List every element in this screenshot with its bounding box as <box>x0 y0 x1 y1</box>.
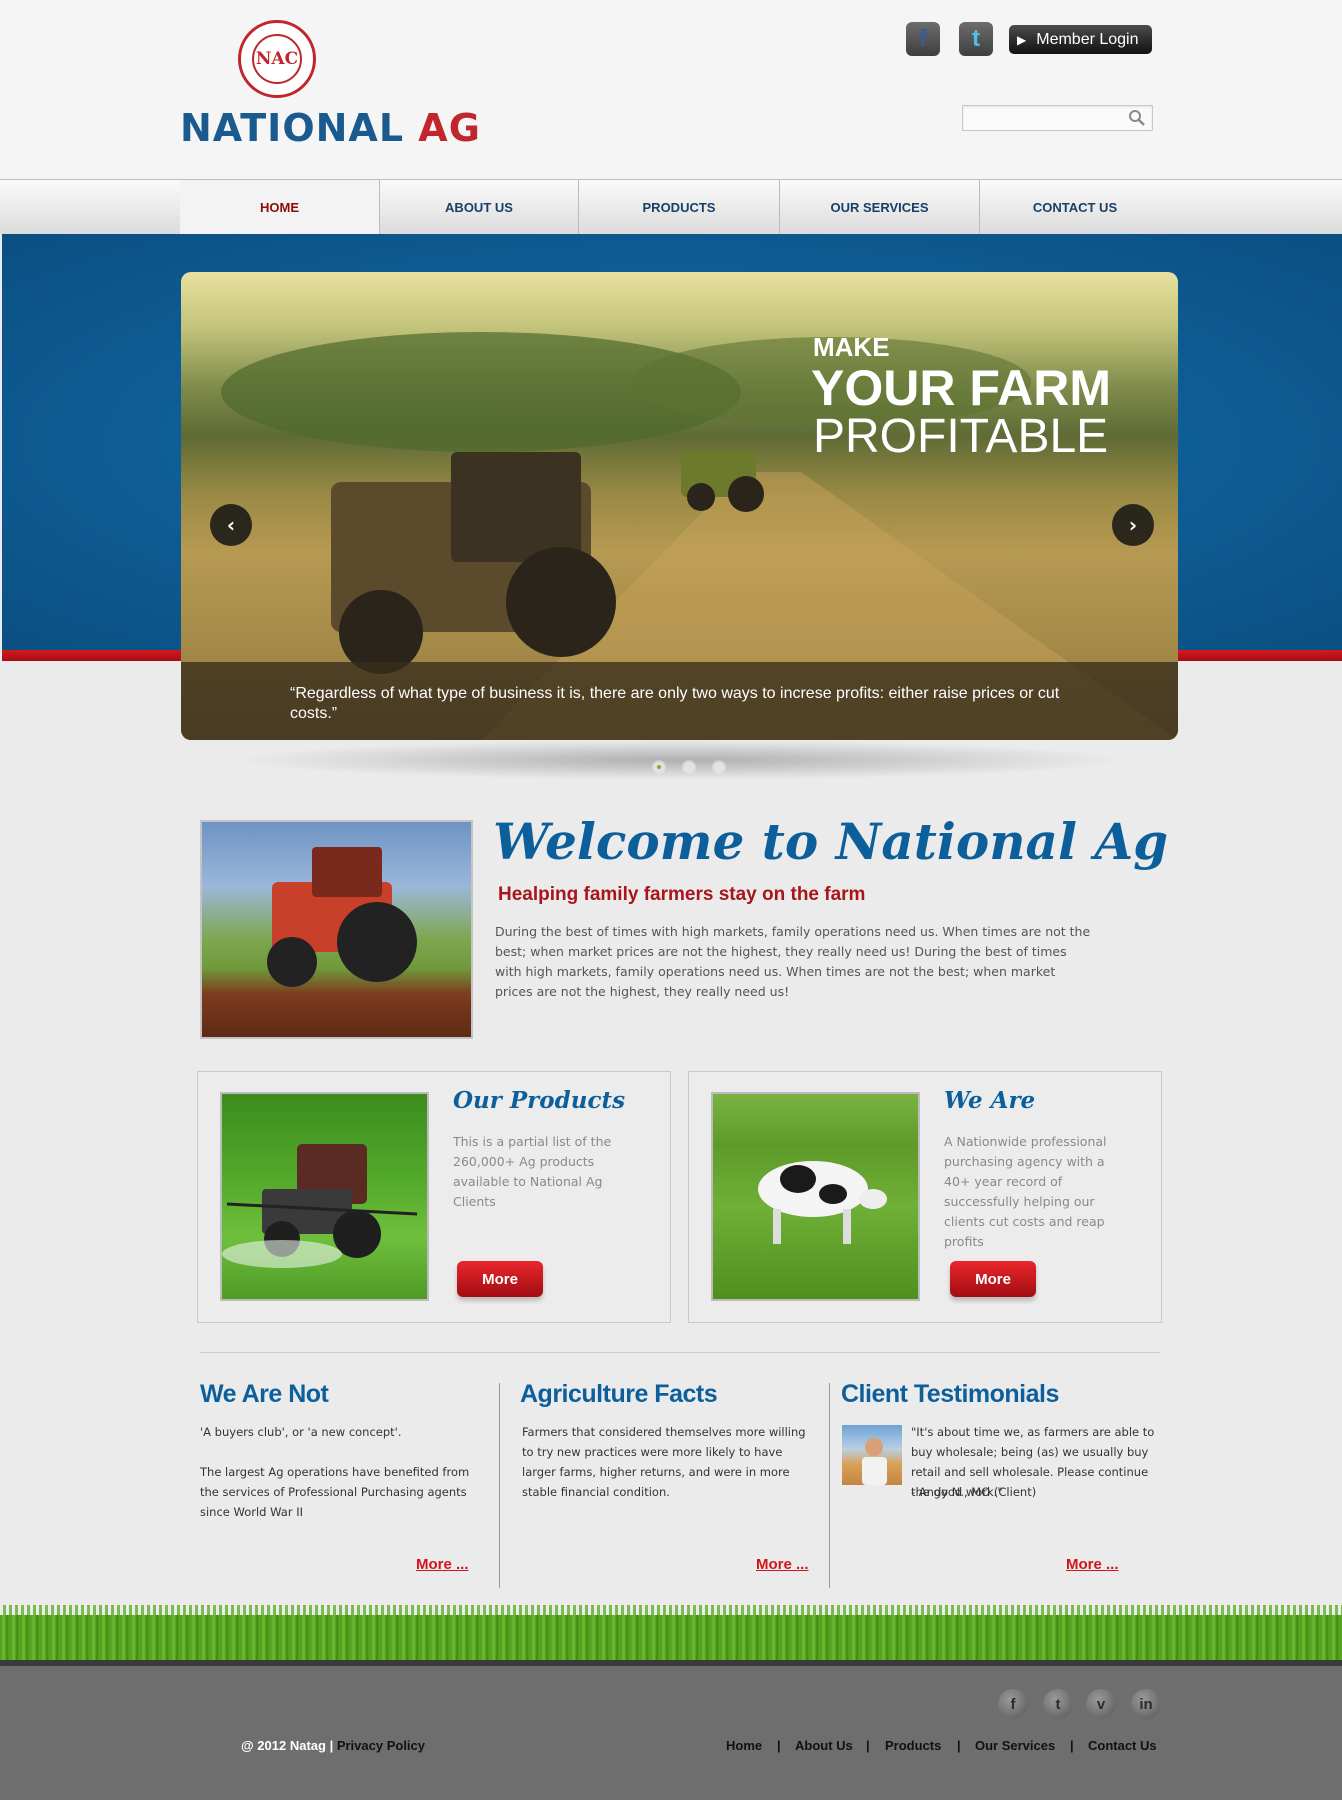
search-input[interactable] <box>963 106 1123 130</box>
copyright-text: @ 2012 Natag <box>241 1738 326 1753</box>
we-are-not-more-link[interactable]: More ... <box>416 1556 469 1573</box>
linkedin-icon[interactable]: in <box>1131 1689 1161 1719</box>
client-avatar-illustration <box>862 1438 887 1485</box>
nav-about-us[interactable]: ABOUT US <box>380 180 579 235</box>
logo-seal[interactable]: NAC <box>238 20 316 98</box>
header: NAC NATIONAL AG f t ▶ Member Login <box>0 0 1342 180</box>
slider-prev-arrow-icon[interactable]: ‹ <box>210 504 252 546</box>
we-are-text: A Nationwide professional purchasing age… <box>944 1134 1107 1249</box>
our-products-text: This is a partial list of the 260,000+ A… <box>453 1134 612 1209</box>
welcome-tractor-image <box>200 820 473 1039</box>
footer-separator: | <box>957 1738 961 1753</box>
nav-our-services[interactable]: OUR SERVICES <box>780 180 980 235</box>
cow-illustration <box>758 1161 887 1244</box>
footer-link-our-services[interactable]: Our Services <box>975 1738 1055 1753</box>
agriculture-facts-more-link[interactable]: More ... <box>756 1556 809 1573</box>
slider-dot-1[interactable] <box>652 760 666 774</box>
cow-image <box>711 1092 920 1301</box>
column-divider-1 <box>499 1383 500 1588</box>
logo-word-ag: AG <box>418 106 481 150</box>
vimeo-icon[interactable]: v <box>1086 1689 1116 1719</box>
slider-next-arrow-icon[interactable]: › <box>1112 504 1154 546</box>
slider-shadow <box>230 740 1130 780</box>
nav-home[interactable]: HOME <box>180 180 380 235</box>
logo-word-national: NATIONAL <box>180 106 419 150</box>
client-testimonials-more-link[interactable]: More ... <box>1066 1556 1119 1573</box>
grass-decoration <box>0 1615 1342 1665</box>
play-icon: ▶ <box>1017 32 1027 47</box>
footer-link-contact-us[interactable]: Contact Us <box>1088 1738 1157 1753</box>
slider-caption-quote: “Regardless of what type of business it … <box>290 685 1060 722</box>
privacy-policy-link[interactable]: Privacy Policy <box>337 1738 425 1753</box>
our-products-more-button[interactable]: More <box>457 1261 543 1297</box>
twitter-icon[interactable]: t <box>959 22 993 56</box>
footer-separator: | <box>1070 1738 1074 1753</box>
member-login-button[interactable]: ▶ Member Login <box>1009 25 1152 54</box>
we-are-box: We Are A Nationwide professional purchas… <box>688 1071 1162 1323</box>
agriculture-facts-title: Agriculture Facts <box>520 1380 718 1408</box>
footer-link-products[interactable]: Products <box>885 1738 941 1753</box>
sprayer-tractor-image <box>220 1092 429 1301</box>
our-products-title: Our Products <box>453 1087 626 1114</box>
section-divider <box>200 1352 1160 1353</box>
welcome-subtitle: Healping family farmers stay on the farm <box>498 884 866 905</box>
search-box <box>962 105 1153 131</box>
testimonial-author: - Andy N., MO (Client) <box>911 1485 1037 1499</box>
nav-contact-us[interactable]: CONTACT US <box>980 180 1170 235</box>
copyright: @ 2012 Natag | Privacy Policy <box>241 1738 425 1753</box>
client-testimonials-title: Client Testimonials <box>841 1380 1059 1408</box>
agriculture-facts-text: Farmers that considered themselves more … <box>522 1425 806 1499</box>
red-tractor-illustration <box>267 847 417 987</box>
column-divider-2 <box>829 1383 830 1588</box>
our-products-box: Our Products This is a partial list of t… <box>197 1071 671 1323</box>
footer-separator: | <box>777 1738 781 1753</box>
we-are-not-title: We Are Not <box>200 1380 329 1408</box>
sprayer-illustration <box>222 1144 418 1268</box>
we-are-not-p2: The largest Ag operations have benefited… <box>200 1465 470 1519</box>
footer-link-about-us[interactable]: About Us <box>795 1738 853 1753</box>
we-are-not-p1: 'A buyers club', or 'a new concept'. <box>200 1425 402 1439</box>
nav-products[interactable]: PRODUCTS <box>579 180 780 235</box>
logo-wordmark[interactable]: NATIONAL AG <box>180 108 481 148</box>
welcome-body: During the best of times with high marke… <box>495 924 1091 999</box>
client-photo <box>842 1425 902 1485</box>
main-nav: HOME ABOUT US PRODUCTS OUR SERVICES CONT… <box>0 179 1342 235</box>
welcome-title: Welcome to National Ag <box>493 812 1169 871</box>
twitter-icon[interactable]: t <box>1043 1689 1073 1719</box>
we-are-title: We Are <box>944 1087 1036 1114</box>
member-login-label: Member Login <box>1036 30 1139 48</box>
search-icon[interactable] <box>1128 109 1146 127</box>
footer <box>0 1660 1342 1800</box>
slider-dot-2[interactable] <box>682 760 696 774</box>
we-are-more-button[interactable]: More <box>950 1261 1036 1297</box>
facebook-icon[interactable]: f <box>906 22 940 56</box>
copyright-separator: | <box>325 1738 337 1753</box>
logo-seal-text: NAC <box>252 34 302 84</box>
hero-line-your-farm: YOUR FARM <box>811 360 1111 416</box>
slider-dot-3[interactable] <box>712 760 726 774</box>
hero-line-make: MAKE <box>813 332 890 362</box>
facebook-icon[interactable]: f <box>998 1689 1028 1719</box>
footer-link-home[interactable]: Home <box>726 1738 762 1753</box>
footer-separator: | <box>866 1738 870 1753</box>
hero-line-profitable: PROFITABLE <box>813 410 1109 463</box>
